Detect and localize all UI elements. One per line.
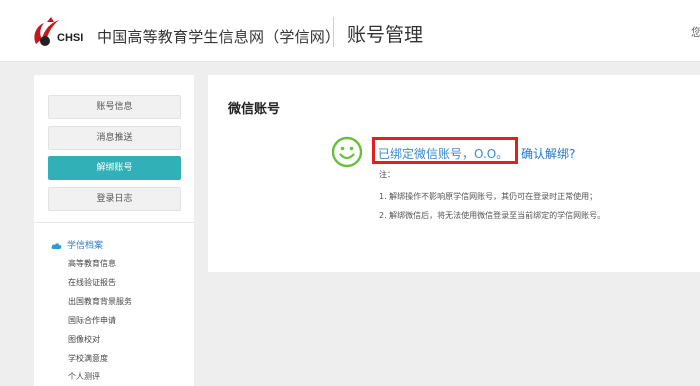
sidebar: 账号信息 消息推送 解绑账号 登录日志 学信档案 高等教育信息 在线验证报告 出… [34,75,194,386]
note-line-1: 1. 解绑操作不影响原学信网账号，其仍可在登录时正常使用； [379,192,598,201]
sidebar-item-personal-assessment[interactable]: 个人测评 [68,371,100,382]
header-divider [333,17,334,47]
sidebar-item-higher-education[interactable]: 高等教育信息 [68,258,116,269]
cloud-icon [51,243,62,249]
main-panel: 微信账号 已绑定微信账号，O.O。 确认解绑? 注： 1. 解绑操作不影响原学信… [208,75,700,272]
site-title[interactable]: 中国高等教育学生信息网（学信网） [97,26,340,47]
sidebar-item-intl-cooperation[interactable]: 国际合作申请 [68,315,116,326]
nav-message-push-button[interactable]: 消息推送 [48,126,181,150]
section-head-archive[interactable]: 学信档案 [51,238,103,251]
sidebar-divider [34,222,194,223]
nav-login-log-button[interactable]: 登录日志 [48,187,181,211]
confirm-unbind-link[interactable]: 确认解绑? [521,145,575,162]
smiley-icon [331,136,363,168]
logo-text: CHSI [57,32,84,44]
note-line-2: 2. 解绑微信后，将无法使用微信登录至当前绑定的学信网账号。 [379,211,606,220]
sidebar-item-online-verification[interactable]: 在线验证报告 [68,277,116,288]
user-greeting[interactable]: 您 [691,24,700,40]
nav-unbind-account-button[interactable]: 解绑账号 [48,156,181,180]
section-title: 学信档案 [67,241,104,251]
page-title: 账号管理 [347,24,424,46]
sidebar-item-overseas-service[interactable]: 出国教育背景服务 [68,296,132,307]
sidebar-item-school-satisfaction[interactable]: 学校满意度 [68,353,108,364]
note-label: 注： [379,170,395,179]
bound-status-text: 已绑定微信账号，O.O。 [378,147,509,161]
sidebar-item-image-check[interactable]: 图像校对 [68,334,100,345]
site-header: CHSI 中国高等教育学生信息网（学信网） 账号管理 您 [0,0,700,62]
nav-account-info-button[interactable]: 账号信息 [48,95,181,119]
wechat-account-title: 微信账号 [228,102,281,117]
